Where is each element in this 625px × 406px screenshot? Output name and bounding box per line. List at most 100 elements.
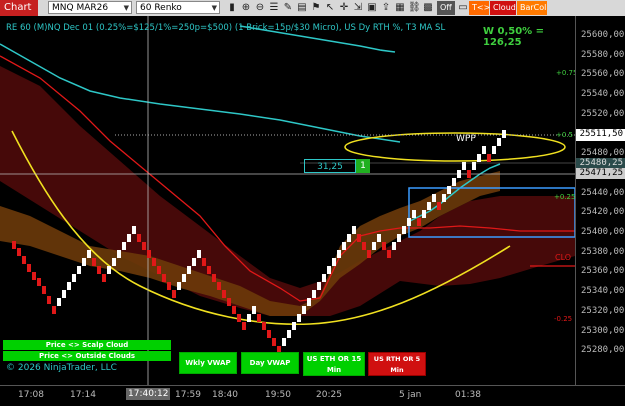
renko-brick [492,146,496,154]
renko-brick [257,314,261,322]
cloud-toggle[interactable]: Cloud [490,1,516,15]
renko-brick [297,314,301,322]
price-axis-label: 25400,00 [581,227,625,237]
attach-icon[interactable]: ⇲ [352,2,364,14]
snapshot-icon[interactable]: ▣ [366,2,378,14]
link-icon[interactable]: ⛓ [408,2,421,14]
renko-brick [222,290,226,298]
renko-brick [82,258,86,266]
renko-brick [457,170,461,178]
renko-brick [57,298,61,306]
chart-toolbar: Chart MNQ MAR26 ▼ 60 Renko ▼ ▮ ⊕ ⊖ ☰ ✎ ▤ ⚑… [0,0,625,17]
renko-brick [52,306,56,314]
period-label: 60 Renko [140,3,182,13]
renko-brick [117,250,121,258]
renko-brick [47,296,51,304]
renko-brick [437,202,441,210]
us-eth-or-button[interactable]: US ETH OR 15 Min [303,352,365,376]
cursor-icon[interactable]: ↖ [324,2,336,14]
barcol-toggle[interactable]: BarCol [517,1,547,15]
renko-brick [442,194,446,202]
renko-brick [357,234,361,242]
renko-brick [367,250,371,258]
renko-brick [332,258,336,266]
pct-label-m025: -0.25 [554,315,573,323]
crosshair-icon[interactable]: ✛ [338,2,350,14]
renko-brick [407,218,411,226]
crosshair-time-label: 17:40:12 [126,388,171,400]
chevron-down-icon: ▼ [123,4,129,12]
instrument-selector[interactable]: MNQ MAR26 ▼ [48,1,132,14]
draw-tools-icon[interactable]: ✎ [282,2,294,14]
renko-brick [242,322,246,330]
renko-brick [392,242,396,250]
chevron-down-icon: ▼ [211,4,217,12]
price-axis-label: 25380,00 [581,246,625,257]
day-vwap-button[interactable]: Day VWAP [241,352,299,374]
off-label: Off [440,3,452,12]
last-price-tag: 25511,50 [576,129,625,141]
bar-chart-icon[interactable]: ▮ [226,2,238,14]
tk-toggle[interactable]: T<>K [469,1,496,15]
clo-label: CLO [555,253,572,262]
time-label: 17:14 [70,390,96,400]
renko-brick [287,330,291,338]
renko-brick [347,234,351,242]
time-axis[interactable]: 17:08 17:14 17:40:12 17:59 18:40 19:50 2… [0,385,625,406]
barcol-label: BarCol [520,3,547,12]
renko-brick [122,242,126,250]
renko-brick [322,274,326,282]
renko-brick [467,170,471,178]
panel-icon[interactable]: ▭ [457,2,469,14]
price-axis-label: 25540,00 [581,89,625,100]
tiles-icon[interactable]: ▦ [394,2,406,14]
wkly-vwap-button[interactable]: Wkly VWAP [179,352,237,374]
price-axis-label: 25300,00 [581,325,625,336]
share-icon[interactable]: ⇪ [380,2,392,14]
pct-label-025: +0.25 [554,193,575,201]
renko-brick [267,330,271,338]
time-label: 17:59 [175,390,201,400]
renko-brick [252,306,256,314]
renko-brick [302,306,306,314]
renko-brick [292,322,296,330]
price-axis[interactable]: 25600,00 25580,00 25560,00 25540,00 25520,00… [575,16,625,385]
renko-brick [387,250,391,258]
instrument-label: MNQ MAR26 [52,3,109,13]
renko-brick [17,248,21,256]
renko-brick [282,338,286,346]
renko-brick [22,256,26,264]
renko-brick [487,154,491,162]
properties-icon[interactable]: ☰ [268,2,280,14]
zoom-out-icon[interactable]: ⊖ [254,2,266,14]
off-toggle[interactable]: Off [437,1,455,15]
renko-brick [472,162,476,170]
time-label: 5 jan [399,390,422,400]
price-axis-label: 25520,00 [581,108,625,119]
templates-icon[interactable]: ▤ [296,2,308,14]
renko-brick [87,250,91,258]
price-outside-clouds-button[interactable]: Price <> Outside Clouds [3,351,171,361]
renko-brick [462,162,466,170]
renko-brick [397,234,401,242]
zoom-in-icon[interactable]: ⊕ [240,2,252,14]
period-selector[interactable]: 60 Renko ▼ [136,1,220,14]
price-scalp-cloud-button[interactable]: Price <> Scalp Cloud [3,340,171,350]
chart-plot-area[interactable]: RE 60 (M)NQ Dec 01 (0.25%=$125/1%=250p=$… [0,16,575,385]
renko-brick [157,266,161,274]
renko-brick [237,314,241,322]
renko-brick [202,258,206,266]
renko-brick [172,290,176,298]
price-chart [0,16,575,385]
renko-brick [72,274,76,282]
lock-icon[interactable]: ▩ [422,2,434,14]
strategy-icon[interactable]: ⚑ [310,2,322,14]
price-axis-label: 25480,00 [581,148,625,159]
chart-tab[interactable]: Chart [0,0,38,16]
us-rth-or-button[interactable]: US RTH OR 5 Min [368,352,426,376]
renko-brick [232,306,236,314]
renko-brick [372,242,376,250]
price-axis-label: 25280,00 [581,345,625,356]
renko-brick [337,250,341,258]
renko-brick [32,272,36,280]
